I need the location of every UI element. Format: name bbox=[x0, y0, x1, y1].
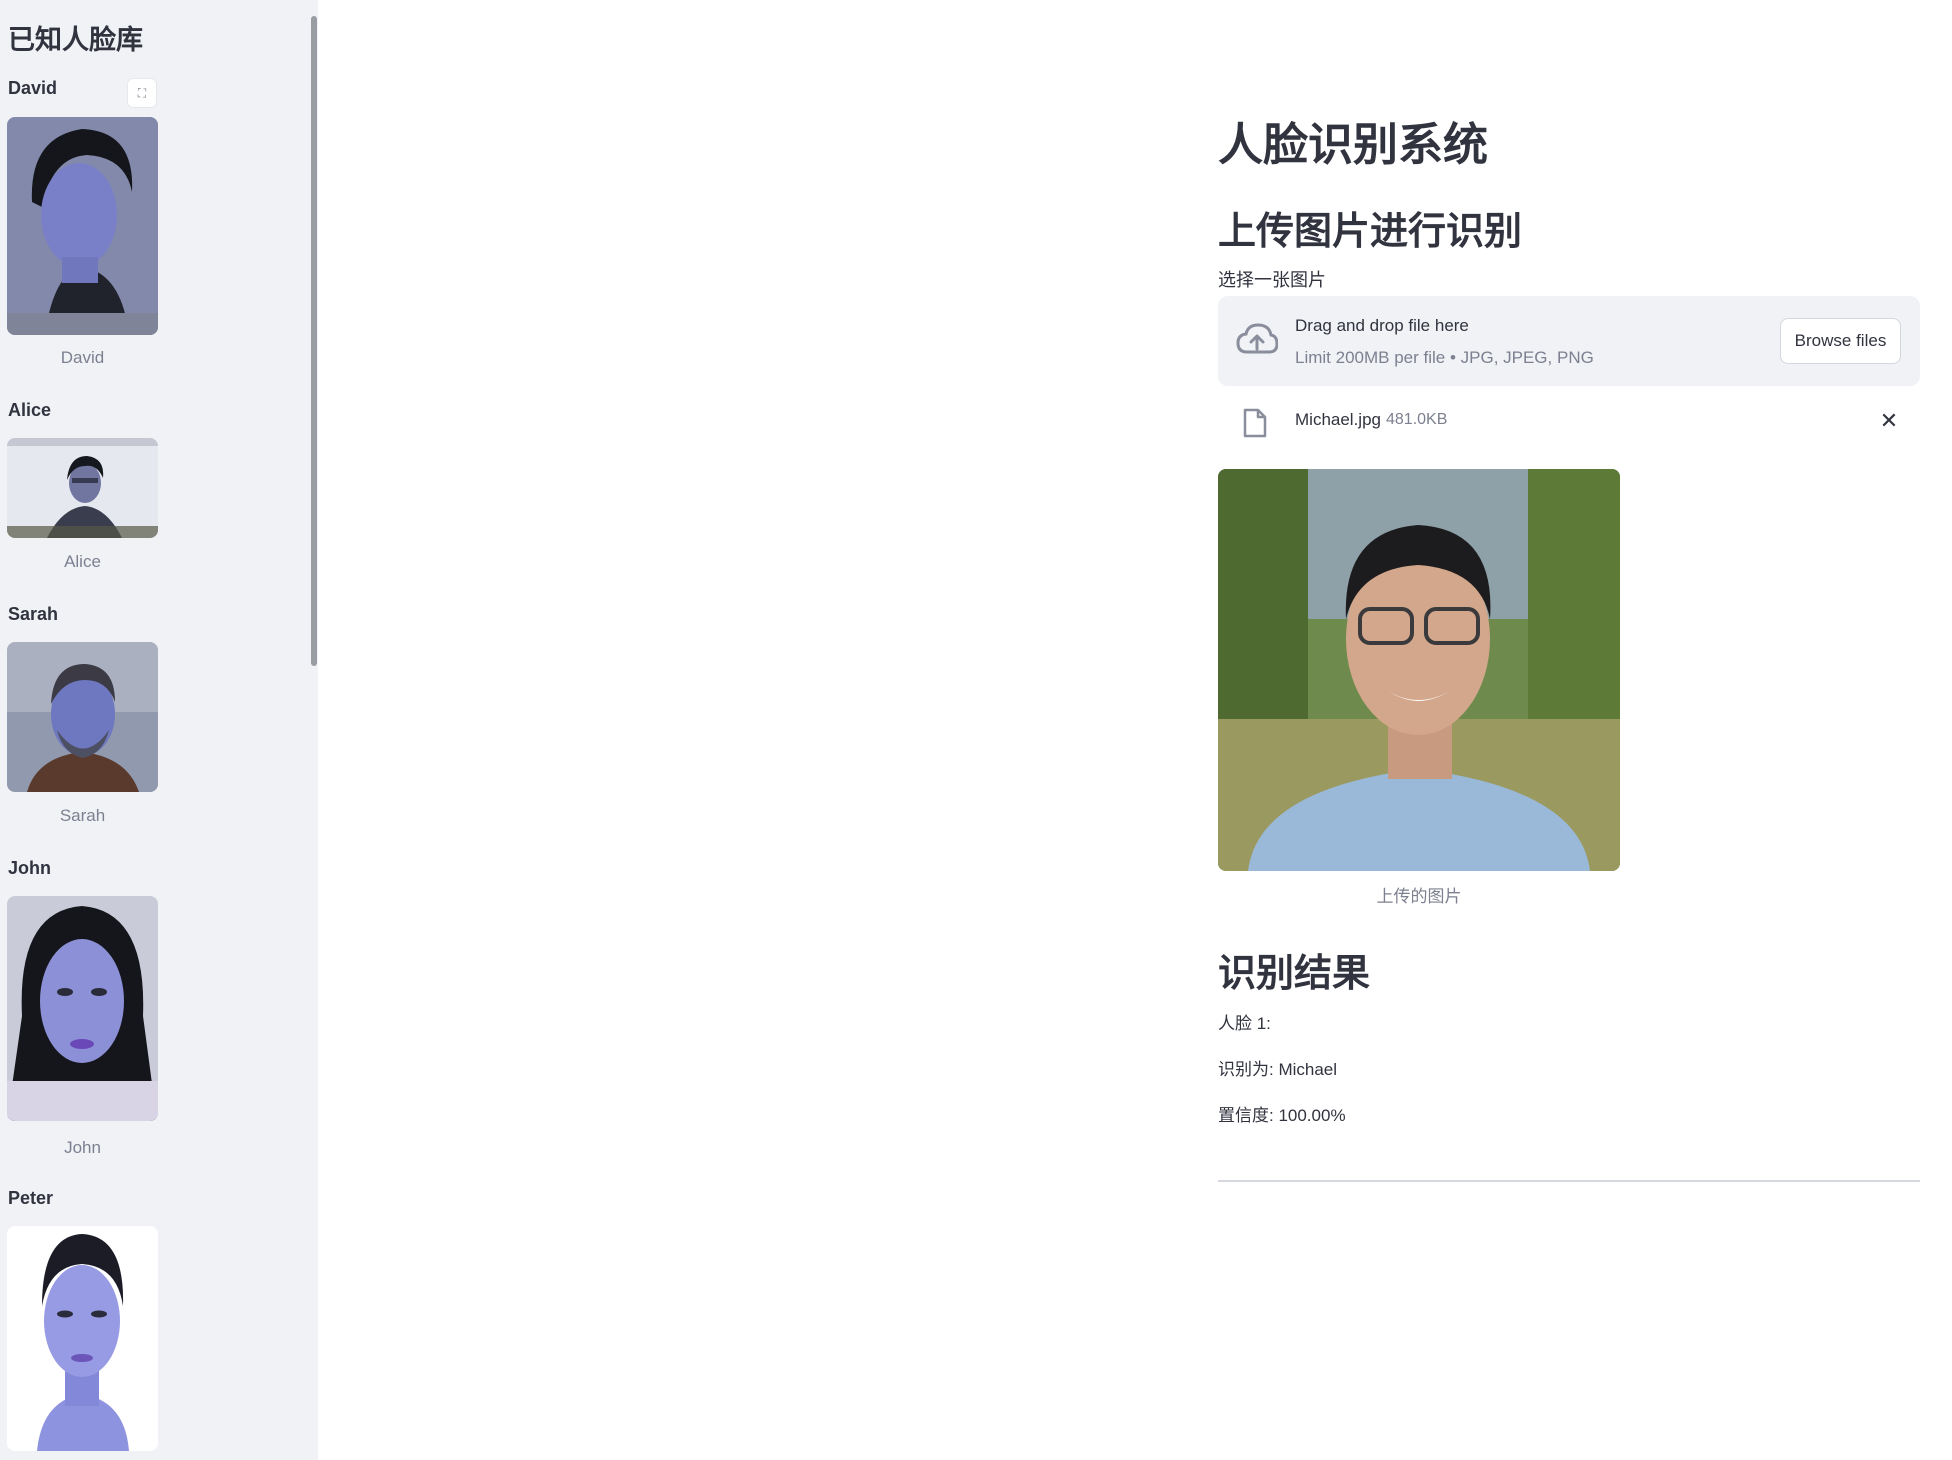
person-name: Peter bbox=[8, 1188, 54, 1208]
divider bbox=[1218, 1180, 1920, 1182]
person-card-peter: Peter bbox=[0, 1188, 300, 1460]
sidebar-title: 已知人脸库 bbox=[8, 25, 143, 55]
expand-icon: ⛶ bbox=[137, 85, 147, 100]
results-title: 识别结果 bbox=[1218, 953, 1371, 995]
uploader-label: 选择一张图片 bbox=[1218, 270, 1326, 290]
person-name: David bbox=[8, 78, 58, 98]
photo-caption: Alice bbox=[64, 552, 101, 571]
dropzone-limit: Limit 200MB per file • JPG, JPEG, PNG bbox=[1295, 348, 1594, 367]
close-icon: ✕ bbox=[1879, 408, 1899, 433]
browse-files-button[interactable]: Browse files bbox=[1780, 318, 1901, 364]
upload-section-title: 上传图片进行识别 bbox=[1218, 211, 1523, 253]
dropzone-instructions: Drag and drop file here bbox=[1295, 316, 1469, 335]
file-icon bbox=[1243, 408, 1267, 438]
file-name: Michael.jpg bbox=[1295, 410, 1381, 429]
person-photo bbox=[7, 1226, 158, 1451]
page-title: 人脸识别系统 bbox=[1218, 119, 1489, 170]
file-size: 481.0KB bbox=[1386, 411, 1448, 428]
person-card-alice: Alice Alice bbox=[0, 400, 300, 580]
file-dropzone[interactable]: Drag and drop file here Limit 200MB per … bbox=[1218, 296, 1920, 386]
photo-caption: David bbox=[60, 348, 105, 367]
person-card-sarah: Sarah Sarah bbox=[0, 604, 300, 834]
person-name: Sarah bbox=[8, 604, 59, 624]
cloud-upload-icon bbox=[1236, 323, 1278, 354]
remove-file-button[interactable]: ✕ bbox=[1872, 404, 1906, 438]
sidebar: 已知人脸库 David ⛶ David Alice Alice Sarah Sa… bbox=[0, 0, 318, 1460]
photo-caption: Sarah bbox=[59, 806, 106, 825]
uploaded-file-row: Michael.jpg 481.0KB ✕ bbox=[1218, 400, 1920, 444]
fullscreen-button[interactable]: ⛶ bbox=[127, 78, 157, 108]
photo-caption: John bbox=[64, 1138, 101, 1157]
person-photo bbox=[7, 642, 158, 792]
person-photo bbox=[7, 896, 158, 1121]
person-photo bbox=[7, 117, 158, 335]
person-card-david: David ⛶ David bbox=[0, 78, 300, 378]
person-photo bbox=[7, 438, 158, 538]
person-name: John bbox=[8, 858, 51, 878]
uploaded-image bbox=[1218, 469, 1620, 871]
face-label: 人脸 1: bbox=[1218, 1014, 1271, 1033]
person-card-john: John John bbox=[0, 858, 300, 1158]
sidebar-scrollbar[interactable] bbox=[311, 16, 317, 666]
identified-name: 识别为: Michael bbox=[1218, 1060, 1338, 1079]
confidence-value: 置信度: 100.00% bbox=[1218, 1106, 1346, 1125]
person-name: Alice bbox=[8, 400, 52, 420]
image-caption: 上传的图片 bbox=[1376, 887, 1462, 906]
